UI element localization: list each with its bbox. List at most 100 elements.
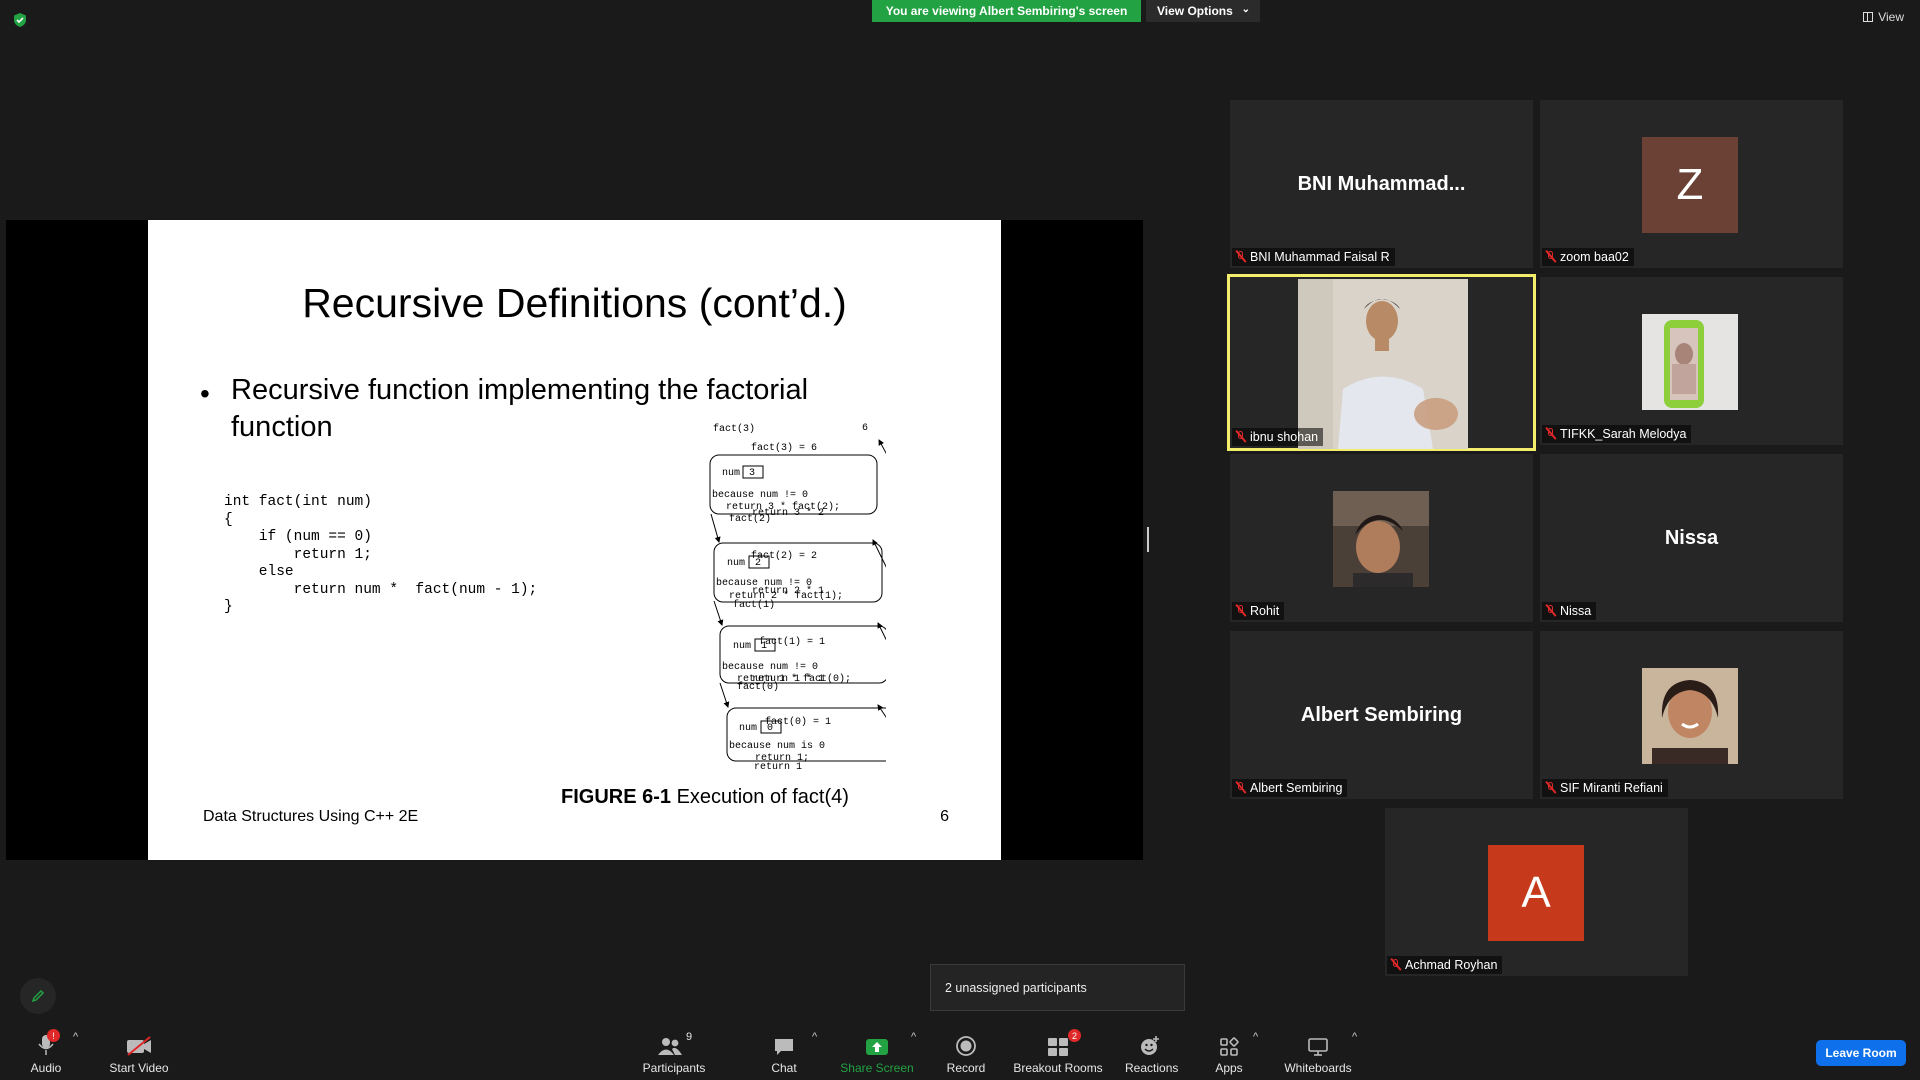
mic-muted-icon (1390, 958, 1402, 972)
chat-button[interactable]: Chat (768, 1031, 800, 1075)
participant-name: TIFKK_Sarah Melodya (1560, 427, 1687, 441)
view-button[interactable]: View (1863, 10, 1904, 24)
participant-display-name: BNI Muhammad... (1297, 172, 1466, 195)
mic-muted-icon (1235, 604, 1247, 618)
record-icon (956, 1036, 976, 1056)
apps-icon (1220, 1037, 1239, 1056)
whiteboards-options-caret[interactable]: ^ (1352, 1031, 1357, 1043)
mic-muted-icon (1545, 781, 1557, 795)
participant-tile[interactable]: SIF Miranti Refiani (1540, 631, 1843, 799)
participant-display-name: Albert Sembiring (1300, 703, 1463, 726)
participant-name-label: Nissa (1542, 602, 1597, 620)
view-layout-icon (1863, 12, 1874, 22)
participants-count: 9 (685, 1031, 693, 1043)
participant-name-label: BNI Muhammad Faisal R (1232, 248, 1395, 266)
share-screen-label: Share Screen (840, 1061, 914, 1075)
security-shield-icon[interactable] (12, 12, 28, 28)
slide-page-number: 6 (940, 808, 949, 825)
result-label: fact(1) = 1 (759, 636, 825, 648)
split-resize-handle[interactable] (1147, 527, 1149, 552)
mic-muted-icon (1545, 427, 1557, 441)
chevron-down-icon: ⌄ (1241, 4, 1250, 15)
participant-photo (1642, 314, 1738, 410)
breakout-rooms-badge: 2 (1068, 1029, 1081, 1042)
share-options-caret[interactable]: ^ (911, 1031, 916, 1043)
audio-label: Audio (30, 1061, 62, 1075)
participant-tile[interactable]: A Achmad Royhan (1385, 808, 1688, 976)
figure-caption: FIGURE 6-1 Execution of fact(4) (561, 786, 849, 809)
participant-avatar: Z (1642, 137, 1738, 233)
reactions-smiley-icon (1141, 1036, 1159, 1055)
participant-display-name: Nissa (1664, 526, 1719, 549)
meeting-toolbar: Audio ! ^ Start Video 9 Participants Cha… (0, 1015, 1920, 1080)
breakout-rooms-button[interactable]: Breakout Rooms 2 (1013, 1029, 1103, 1075)
pencil-icon (31, 989, 45, 1003)
viewing-screen-banner: You are viewing Albert Sembiring's scree… (872, 0, 1141, 22)
chat-options-caret[interactable]: ^ (812, 1031, 817, 1043)
participant-tile[interactable]: Rohit (1230, 454, 1533, 622)
chat-icon (775, 1039, 793, 1055)
view-label: View (1878, 10, 1904, 24)
unassigned-participants-tooltip: 2 unassigned participants (930, 964, 1185, 1011)
start-video-label: Start Video (109, 1061, 169, 1075)
audio-options-caret[interactable]: ^ (73, 1031, 78, 1043)
participant-name-label: Achmad Royhan (1387, 956, 1503, 974)
participant-name-label: Albert Sembiring (1232, 779, 1348, 797)
result-label: fact(0) = 1 (765, 716, 831, 728)
mic-muted-icon (1235, 430, 1247, 444)
participant-photo (1333, 491, 1429, 587)
participant-name: zoom baa02 (1560, 250, 1629, 264)
record-label: Record (946, 1061, 986, 1075)
figure-label: FIGURE 6-1 (561, 786, 672, 808)
whiteboards-label: Whiteboards (1284, 1061, 1352, 1075)
return-label: return 1 * 1 (752, 673, 824, 685)
participant-tile[interactable]: Nissa Nissa (1540, 454, 1843, 622)
participant-name: ibnu shohan (1250, 430, 1319, 444)
participants-icon (657, 1038, 682, 1055)
leave-room-button[interactable]: Leave Room (1816, 1040, 1906, 1066)
mic-muted-icon (1545, 604, 1557, 618)
start-video-button[interactable]: Start Video (104, 1031, 174, 1075)
participant-tile-active-speaker[interactable]: ibnu shohan (1227, 274, 1536, 451)
whiteboards-button[interactable]: Whiteboards (1282, 1031, 1354, 1075)
participant-video (1298, 279, 1468, 449)
mic-muted-icon (1545, 250, 1557, 264)
whiteboard-icon (1308, 1038, 1328, 1056)
view-options-button[interactable]: View Options ⌄ (1146, 0, 1260, 22)
presentation-slide: Recursive Definitions (cont’d.) • Recurs… (148, 220, 1001, 860)
reactions-button[interactable]: Reactions (1125, 1031, 1179, 1075)
record-button[interactable]: Record (944, 1031, 988, 1075)
participant-name: SIF Miranti Refiani (1560, 781, 1663, 795)
figure-caption-text: Execution of fact(4) (671, 786, 849, 808)
return-label: return 1 (754, 762, 802, 773)
participant-name-label: zoom baa02 (1542, 248, 1634, 266)
share-screen-button[interactable]: Share Screen (840, 1031, 914, 1075)
apps-button[interactable]: Apps (1212, 1031, 1246, 1075)
participant-tile[interactable]: Albert Sembiring Albert Sembiring (1230, 631, 1533, 799)
participant-name: BNI Muhammad Faisal R (1250, 250, 1390, 264)
mic-muted-icon (1235, 781, 1247, 795)
breakout-rooms-label: Breakout Rooms (1013, 1061, 1103, 1075)
share-screen-icon (866, 1039, 888, 1055)
participant-name-label: ibnu shohan (1232, 428, 1324, 446)
participant-name-label: Rohit (1232, 602, 1285, 620)
participant-name: Nissa (1560, 604, 1592, 618)
participant-name: Achmad Royhan (1405, 958, 1498, 972)
apps-options-caret[interactable]: ^ (1253, 1031, 1258, 1043)
audio-warning-badge: ! (47, 1029, 60, 1042)
diagram-right-labels: fact(3) = 6 return 3 * 2 fact(2) = 2 ret… (751, 442, 831, 773)
participants-button[interactable]: 9 Participants (638, 1031, 710, 1075)
reactions-label: Reactions (1125, 1061, 1179, 1075)
slide-footer: Data Structures Using C++ 2E (203, 808, 419, 825)
participant-tile[interactable]: BNI Muhammad... BNI Muhammad Faisal R (1230, 100, 1533, 268)
view-options-label: View Options (1157, 4, 1233, 18)
annotate-button[interactable] (20, 978, 56, 1014)
result-label: fact(2) = 2 (751, 550, 817, 562)
participant-avatar: A (1488, 845, 1584, 941)
video-off-icon (127, 1036, 151, 1056)
participant-tile[interactable]: TIFKK_Sarah Melodya (1540, 277, 1843, 445)
participant-photo (1642, 668, 1738, 764)
audio-button[interactable]: Audio ! (26, 1029, 66, 1075)
mic-muted-icon (1235, 250, 1247, 264)
participant-tile[interactable]: Z zoom baa02 (1540, 100, 1843, 268)
